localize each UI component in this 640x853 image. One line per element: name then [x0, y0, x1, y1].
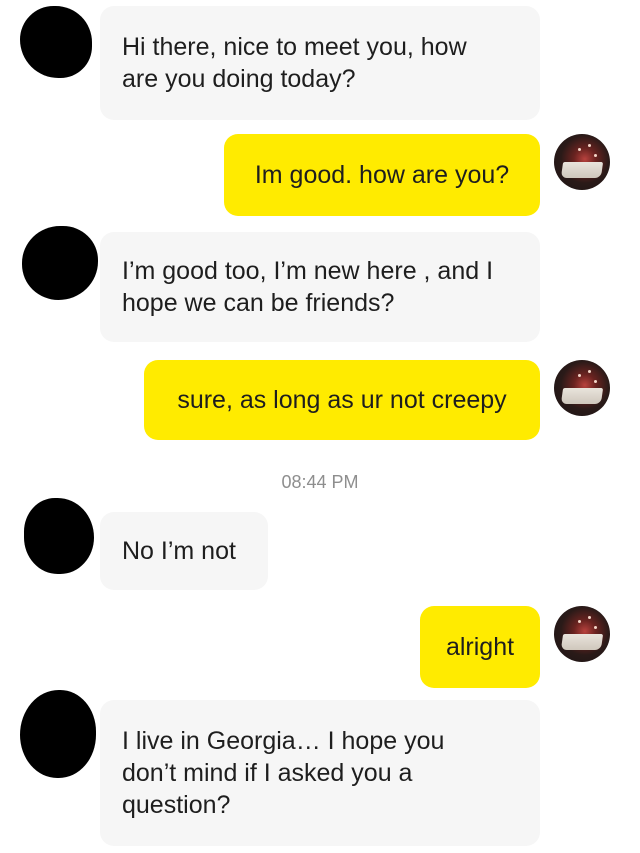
profile-avatar[interactable]: [554, 134, 610, 190]
timestamp: 08:44 PM: [281, 472, 359, 492]
profile-avatar[interactable]: [554, 360, 610, 416]
message-text: sure, as long as ur not creepy: [177, 386, 507, 414]
redacted-avatar-icon: [20, 6, 92, 78]
message-text: I’m good too, I’m new here , and I hope …: [122, 257, 494, 317]
book-image-icon: [560, 388, 604, 404]
profile-avatar[interactable]: [554, 606, 610, 662]
message-text: No I’m not: [122, 537, 236, 565]
message-bubble-incoming[interactable]: I live in Georgia… I hope you don’t mind…: [100, 700, 540, 846]
book-image-icon: [560, 162, 604, 178]
redacted-avatar-icon: [22, 226, 98, 300]
redacted-avatar-icon: [24, 498, 94, 574]
message-bubble-outgoing[interactable]: sure, as long as ur not creepy: [144, 360, 540, 440]
message-bubble-incoming[interactable]: No I’m not: [100, 512, 268, 590]
message-bubble-outgoing[interactable]: alright: [420, 606, 540, 688]
message-bubble-incoming[interactable]: I’m good too, I’m new here , and I hope …: [100, 232, 540, 342]
message-text: Im good. how are you?: [254, 161, 510, 189]
message-bubble-outgoing[interactable]: Im good. how are you?: [224, 134, 540, 216]
redacted-avatar-icon: [20, 690, 96, 778]
book-image-icon: [560, 634, 604, 650]
message-bubble-incoming[interactable]: Hi there, nice to meet you, how are you …: [100, 6, 540, 120]
message-text: Hi there, nice to meet you, how are you …: [122, 33, 467, 93]
message-text: alright: [445, 633, 515, 661]
message-text: I live in Georgia… I hope you don’t mind…: [122, 727, 445, 819]
